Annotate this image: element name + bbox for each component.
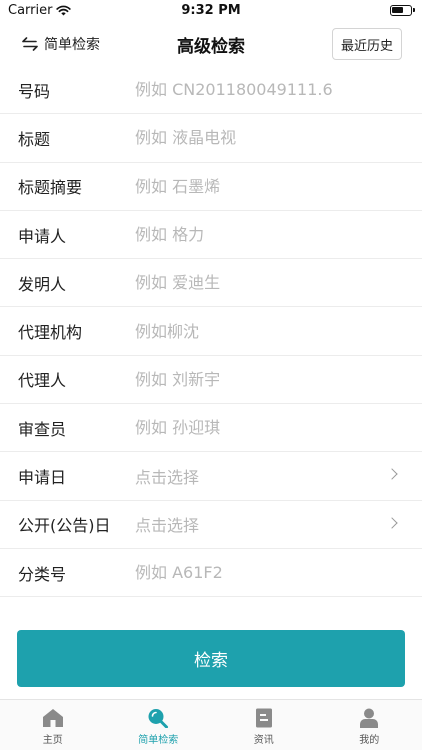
tab-home[interactable]: 主页 xyxy=(0,700,106,750)
news-icon xyxy=(255,708,272,728)
abstract-label: 标题摘要 xyxy=(18,178,83,198)
publish-date-label: 公开(公告)日 xyxy=(18,516,111,536)
agent-row: 代理人 xyxy=(0,356,422,405)
title-row: 标题 xyxy=(0,114,422,163)
tab-home-label: 主页 xyxy=(42,735,63,746)
agent-input[interactable] xyxy=(135,369,380,389)
examiner-label: 审查员 xyxy=(18,419,67,439)
abstract-input[interactable] xyxy=(135,176,380,196)
tab-bar: 主页 简单检索 资讯 我的 xyxy=(0,699,422,750)
number-label: 号码 xyxy=(18,81,51,101)
inventor-input[interactable] xyxy=(135,273,380,293)
inventor-label: 发明人 xyxy=(18,274,67,294)
search-icon xyxy=(148,709,169,728)
advanced-search-form: 号码 标题 标题摘要 申请人 发明人 代理机构 代理人 审查员 申请日 点击选择… xyxy=(0,66,422,598)
chevron-right-icon xyxy=(386,517,398,529)
tab-mine[interactable]: 我的 xyxy=(317,700,422,750)
title-input[interactable] xyxy=(135,128,380,148)
tab-mine-label: 我的 xyxy=(359,735,380,746)
applicant-label: 申请人 xyxy=(18,226,67,246)
agency-label: 代理机构 xyxy=(18,323,83,343)
number-row: 号码 xyxy=(0,66,422,115)
status-bar: Carrier 9:32 PM xyxy=(0,0,422,22)
tab-simple-search-label: 简单检索 xyxy=(138,735,179,746)
simple-search-switch-button[interactable]: 简单检索 xyxy=(22,34,100,54)
tab-simple-search[interactable]: 简单检索 xyxy=(106,700,212,750)
simple-search-label: 简单检索 xyxy=(44,37,100,53)
agency-input[interactable] xyxy=(135,321,380,341)
applicant-input[interactable] xyxy=(135,225,380,245)
publish-date-picker[interactable]: 点击选择 xyxy=(135,512,199,536)
tab-news[interactable]: 资讯 xyxy=(211,700,317,750)
classification-row: 分类号 xyxy=(0,549,422,598)
home-icon xyxy=(42,709,63,727)
applicant-row: 申请人 xyxy=(0,211,422,260)
inventor-row: 发明人 xyxy=(0,259,422,308)
examiner-input[interactable] xyxy=(135,418,380,438)
clock: 9:32 PM xyxy=(181,3,241,18)
battery-icon xyxy=(390,5,415,16)
publish-date-row[interactable]: 公开(公告)日 点击选择 xyxy=(0,501,422,549)
apply-date-label: 申请日 xyxy=(18,468,67,488)
swap-arrows-icon xyxy=(22,37,38,51)
classification-input[interactable] xyxy=(135,563,380,583)
recent-history-button[interactable]: 最近历史 xyxy=(331,28,402,60)
agent-label: 代理人 xyxy=(18,371,67,391)
search-button[interactable]: 检索 xyxy=(17,630,405,687)
chevron-right-icon xyxy=(386,468,398,481)
examiner-row: 审查员 xyxy=(0,404,422,453)
apply-date-picker[interactable]: 点击选择 xyxy=(135,464,199,488)
number-input[interactable] xyxy=(135,80,380,100)
nav-bar: 简单检索 高级检索 最近历史 xyxy=(0,22,422,66)
person-icon xyxy=(360,708,379,728)
tab-news-label: 资讯 xyxy=(253,735,274,746)
title-label: 标题 xyxy=(18,129,51,149)
abstract-row: 标题摘要 xyxy=(0,163,422,211)
agency-row: 代理机构 xyxy=(0,307,422,356)
classification-label: 分类号 xyxy=(18,564,67,584)
apply-date-row[interactable]: 申请日 点击选择 xyxy=(0,452,422,501)
